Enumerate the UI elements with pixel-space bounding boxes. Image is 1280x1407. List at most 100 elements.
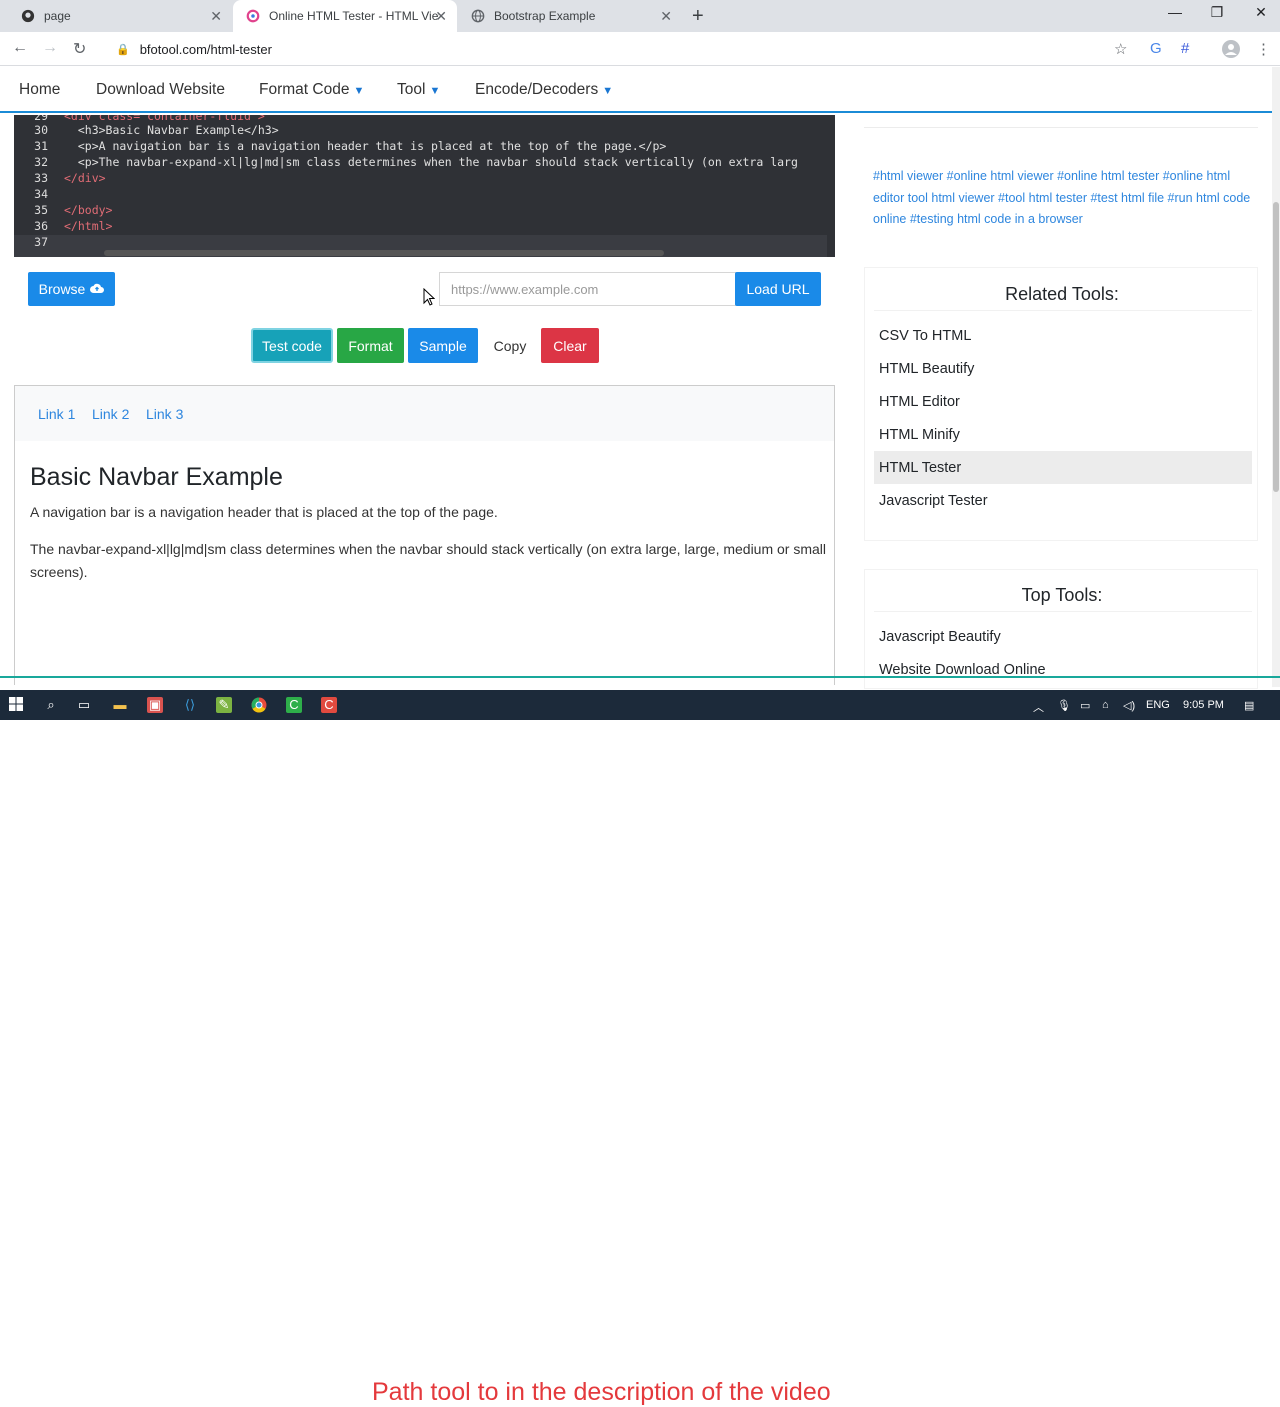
- language-indicator[interactable]: ENG: [1146, 699, 1170, 711]
- recorder-icon[interactable]: C: [321, 697, 337, 713]
- microphone-icon[interactable]: 🎙: [1057, 699, 1071, 712]
- tab-online-html-tester[interactable]: Online HTML Tester - HTML View ✕: [233, 0, 457, 32]
- nav-encode-decoders[interactable]: Encode/Decoders ▼: [475, 81, 613, 99]
- clear-button[interactable]: Clear: [541, 328, 599, 363]
- editor-vertical-scrollbar[interactable]: [827, 115, 835, 257]
- cloud-upload-icon: [90, 281, 105, 297]
- notepad-icon[interactable]: ✎: [216, 697, 232, 713]
- site-navbar: Home Download Website Format Code ▼ Tool ▼…: [0, 67, 1280, 113]
- close-tab-icon[interactable]: ✕: [660, 8, 672, 25]
- windows-start-icon[interactable]: [8, 697, 24, 713]
- new-tab-icon[interactable]: +: [692, 5, 704, 28]
- nav-home[interactable]: Home: [19, 81, 60, 99]
- related-tool-html-minify[interactable]: HTML Minify: [874, 418, 1252, 451]
- tab-bootstrap-example[interactable]: Bootstrap Example ✕: [458, 0, 682, 32]
- copy-button[interactable]: Copy: [484, 328, 536, 363]
- video-progress-line: [0, 676, 1280, 678]
- code-line: 34: [34, 187, 48, 201]
- top-tools-heading: Top Tools:: [1021, 585, 1103, 605]
- chrome-icon[interactable]: [251, 697, 267, 713]
- windows-taskbar: ⌕ ▭ ▬ ▣ ⟨⟩ ✎ C C Path tool to in the des…: [0, 690, 1280, 1406]
- top-tool-website-download-online[interactable]: Website Download Online: [874, 653, 1252, 686]
- forward-icon[interactable]: →: [42, 39, 58, 57]
- page-scrollbar[interactable]: [1272, 67, 1280, 687]
- related-tool-csv-to-html[interactable]: CSV To HTML: [874, 319, 1252, 352]
- related-tools-panel: Related Tools: CSV To HTML HTML Beautify…: [864, 267, 1258, 541]
- volume-icon[interactable]: ◁): [1123, 699, 1135, 712]
- globe-icon: [470, 8, 486, 24]
- preview-link-2[interactable]: Link 2: [92, 406, 129, 422]
- preview-navbar: Link 1 Link 2 Link 3: [15, 386, 834, 441]
- top-tool-javascript-beautify[interactable]: Javascript Beautify: [874, 620, 1252, 653]
- url-text: bfotool.com/html-tester: [139, 41, 272, 57]
- code-editor[interactable]: 29 <div class="container-fluid"> 30 <h3>B…: [14, 115, 835, 257]
- related-tool-html-tester[interactable]: HTML Tester: [874, 451, 1252, 484]
- nav-format-code[interactable]: Format Code ▼: [259, 81, 364, 99]
- close-tab-icon[interactable]: ✕: [210, 8, 222, 25]
- mouse-cursor-icon: [423, 288, 435, 306]
- caret-down-icon: ▼: [353, 85, 365, 97]
- bookmark-star-icon[interactable]: ☆: [1114, 40, 1127, 58]
- notifications-icon[interactable]: ▤: [1244, 699, 1254, 712]
- sample-button[interactable]: Sample: [408, 328, 478, 363]
- code-line: 30 <h3>Basic Navbar Example</h3>: [34, 123, 279, 137]
- code-line: 31 <p>A navigation bar is a navigation h…: [34, 139, 667, 153]
- browse-button[interactable]: Browse: [28, 272, 115, 306]
- close-tab-icon[interactable]: ✕: [435, 8, 447, 25]
- video-caption: Path tool to in the description of the v…: [372, 1378, 831, 1406]
- preview-heading: Basic Navbar Example: [30, 463, 283, 491]
- close-window-icon[interactable]: ✕: [1246, 4, 1276, 21]
- preview-frame: Link 1 Link 2 Link 3 Basic Navbar Exampl…: [14, 385, 835, 685]
- related-tool-html-editor[interactable]: HTML Editor: [874, 385, 1252, 418]
- back-icon[interactable]: ←: [12, 39, 28, 57]
- profile-avatar-icon[interactable]: [1222, 40, 1240, 62]
- nav-tool[interactable]: Tool ▼: [397, 81, 440, 99]
- battery-icon[interactable]: ▭: [1080, 699, 1090, 712]
- tags-box: #html viewer #online html viewer #online…: [864, 152, 1258, 238]
- vscode-icon[interactable]: ⟨⟩: [182, 697, 198, 713]
- code-line: 33 </div>: [34, 171, 106, 185]
- tags-list[interactable]: #html viewer #online html viewer #online…: [873, 166, 1255, 231]
- clock[interactable]: 9:05 PM: [1183, 699, 1224, 711]
- code-line: 36 </html>: [34, 219, 113, 233]
- test-code-button[interactable]: Test code: [251, 328, 333, 363]
- related-tool-javascript-tester[interactable]: Javascript Tester: [874, 484, 1252, 517]
- scrollbar-thumb[interactable]: [104, 250, 664, 256]
- url-field[interactable]: 🔒 bfotool.com/html-tester: [106, 36, 1146, 62]
- related-tool-html-beautify[interactable]: HTML Beautify: [874, 352, 1252, 385]
- task-view-icon[interactable]: ▭: [76, 697, 92, 713]
- minimize-icon[interactable]: —: [1160, 4, 1190, 20]
- search-icon[interactable]: ⌕: [43, 697, 59, 713]
- file-explorer-icon[interactable]: ▬: [112, 697, 128, 713]
- tab-page[interactable]: page ✕: [8, 0, 232, 32]
- restore-icon[interactable]: ❐: [1202, 4, 1232, 21]
- app-icon[interactable]: ▣: [147, 697, 163, 713]
- load-url-button[interactable]: Load URL: [735, 272, 821, 306]
- caret-down-icon: ▼: [602, 85, 614, 97]
- preview-link-3[interactable]: Link 3: [146, 406, 183, 422]
- scrollbar-thumb[interactable]: [1273, 202, 1279, 492]
- extension-icon[interactable]: #: [1181, 40, 1189, 57]
- format-button[interactable]: Format: [337, 328, 404, 363]
- caret-down-icon: ▼: [429, 85, 441, 97]
- camtasia-icon[interactable]: C: [286, 697, 302, 713]
- bfotool-icon: [245, 8, 261, 24]
- reload-icon[interactable]: ↻: [73, 39, 86, 59]
- related-tools-heading: Related Tools:: [1005, 284, 1119, 304]
- browser-tab-bar: page ✕ Online HTML Tester - HTML View ✕ …: [0, 0, 1280, 32]
- url-input[interactable]: https://www.example.com: [439, 272, 736, 306]
- top-tools-panel: Top Tools: Javascript Beautify Website D…: [864, 569, 1258, 689]
- menu-kebab-icon[interactable]: ⋮: [1256, 40, 1271, 58]
- preview-link-1[interactable]: Link 1: [38, 406, 75, 422]
- github-icon: [20, 8, 36, 24]
- editor-horizontal-scrollbar[interactable]: [14, 249, 835, 257]
- tray-chevron-icon[interactable]: ︿: [1033, 699, 1044, 715]
- network-icon[interactable]: ⌂: [1102, 699, 1109, 711]
- sidebar-box-edge: [864, 115, 1258, 128]
- divider: [874, 310, 1252, 311]
- nav-download-website[interactable]: Download Website: [96, 81, 225, 99]
- translate-icon[interactable]: G: [1150, 40, 1162, 57]
- code-line: 32 <p>The navbar-expand-xl|lg|md|sm clas…: [34, 155, 798, 169]
- address-bar-row: ← → ↻ 🔒 bfotool.com/html-tester ☆ G # ⋮: [0, 32, 1280, 66]
- code-line: 35 </body>: [34, 203, 113, 217]
